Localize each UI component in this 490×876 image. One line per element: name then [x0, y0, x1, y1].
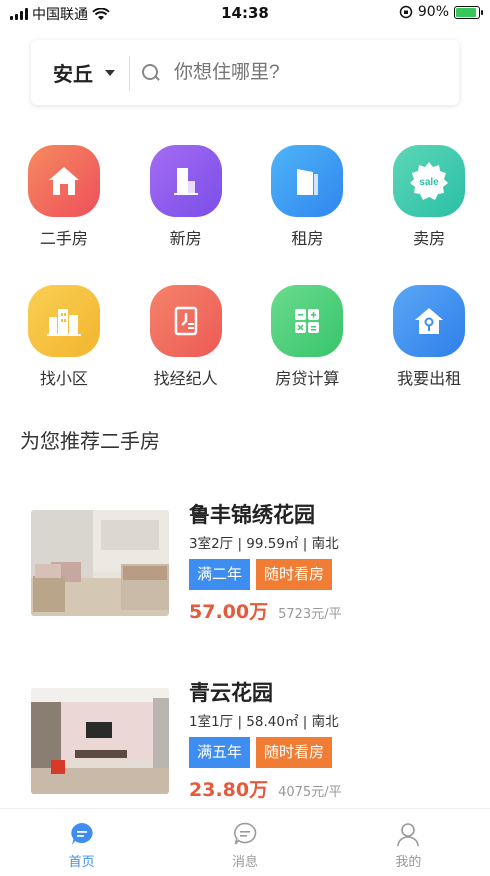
listing-photo [31, 688, 169, 794]
listing-info: 青云花园 1室1厅 | 58.40㎡ | 南北 满五年 随时看房 23.80万 … [189, 678, 469, 802]
chevron-down-icon [105, 69, 115, 76]
tab-label: 首页 [68, 855, 95, 870]
listing-card[interactable]: 青云花园 1室1厅 | 58.40㎡ | 南北 满五年 随时看房 23.80万 … [31, 681, 471, 801]
building-icon [149, 145, 222, 217]
house-icon [27, 145, 100, 217]
category-label: 卖房 [413, 229, 446, 248]
tag-ownership: 满五年 [189, 737, 251, 768]
listing-photo [31, 510, 169, 616]
city-label: 安丘 [53, 62, 93, 86]
price-row: 57.00万 5723元/平 [189, 597, 469, 624]
community-icon [27, 285, 100, 357]
orientation-lock-icon [399, 5, 413, 19]
category-label: 租房 [291, 229, 324, 248]
listing-price: 23.80万 [189, 779, 269, 801]
profile-icon [395, 821, 421, 847]
category-label: 找小区 [39, 369, 88, 388]
tag-viewing: 随时看房 [256, 559, 333, 590]
category-label: 新房 [169, 229, 202, 248]
section-title: 为您推荐二手房 [20, 429, 160, 453]
category-label: 二手房 [39, 229, 88, 248]
tab-profile[interactable]: 我的 [327, 809, 490, 876]
home-chat-icon [69, 821, 95, 847]
category-label: 房贷计算 [275, 369, 340, 388]
category-community[interactable]: 找小区 [3, 280, 125, 420]
category-label: 找经纪人 [153, 369, 218, 388]
category-row: 二手房 新房 租房 sale 卖房 [0, 140, 490, 280]
message-icon [232, 821, 258, 847]
tag-ownership: 满二年 [189, 559, 251, 590]
category-rent-out[interactable]: 我要出租 [368, 280, 490, 420]
category-new-home[interactable]: 新房 [125, 140, 247, 280]
battery-percent: 90% [417, 4, 449, 20]
category-rent[interactable]: 租房 [247, 140, 369, 280]
tab-label: 我的 [395, 855, 422, 870]
calculator-icon [271, 285, 344, 357]
search-divider [129, 55, 130, 90]
rent-building-icon [271, 145, 344, 217]
category-row: 找小区 找经纪人 房贷计算 我要出租 [0, 280, 490, 420]
listing-card[interactable]: 鲁丰锦绣花园 3室2厅 | 99.59㎡ | 南北 满二年 随时看房 57.00… [31, 503, 471, 623]
category-mortgage-calc[interactable]: 房贷计算 [247, 280, 369, 420]
price-row: 23.80万 4075元/平 [189, 775, 469, 802]
battery-icon [454, 5, 483, 19]
listing-price: 57.00万 [189, 601, 269, 623]
tab-label: 消息 [231, 855, 258, 870]
listing-unit-price: 4075元/平 [278, 785, 342, 800]
category-sell[interactable]: sale 卖房 [368, 140, 490, 280]
listing-spec: 3室2厅 | 99.59㎡ | 南北 [189, 536, 339, 552]
search-input[interactable] [174, 61, 424, 84]
sale-badge-icon: sale [393, 145, 466, 217]
listing-title: 鲁丰锦绣花园 [189, 503, 315, 527]
agent-icon [149, 285, 222, 357]
search-icon [142, 63, 160, 82]
category-label: 我要出租 [397, 369, 462, 388]
listing-title: 青云花园 [189, 681, 273, 705]
category-second-hand[interactable]: 二手房 [3, 140, 125, 280]
listing-tags: 满五年 随时看房 [189, 737, 469, 768]
tab-bar: 首页 消息 我的 [0, 808, 490, 876]
status-bar: 中国联通 14:38 90% [0, 0, 490, 26]
category-agent[interactable]: 找经纪人 [125, 280, 247, 420]
listing-info: 鲁丰锦绣花园 3室2厅 | 99.59㎡ | 南北 满二年 随时看房 57.00… [189, 500, 469, 624]
category-grid: 二手房 新房 租房 sale 卖房 找小区 找经纪人 房贷计算 我要出租 [0, 140, 490, 420]
listing-spec: 1室1厅 | 58.40㎡ | 南北 [189, 714, 339, 730]
city-selector[interactable]: 安丘 [31, 58, 115, 87]
tab-messages[interactable]: 消息 [163, 809, 326, 876]
svg-text:sale: sale [419, 177, 439, 188]
house-key-icon [393, 285, 466, 357]
tag-viewing: 随时看房 [256, 737, 333, 768]
listing-tags: 满二年 随时看房 [189, 559, 469, 590]
status-right: 90% [399, 4, 483, 20]
listing-unit-price: 5723元/平 [278, 607, 342, 622]
tab-home[interactable]: 首页 [0, 809, 163, 876]
search-bar: 安丘 [31, 40, 459, 105]
